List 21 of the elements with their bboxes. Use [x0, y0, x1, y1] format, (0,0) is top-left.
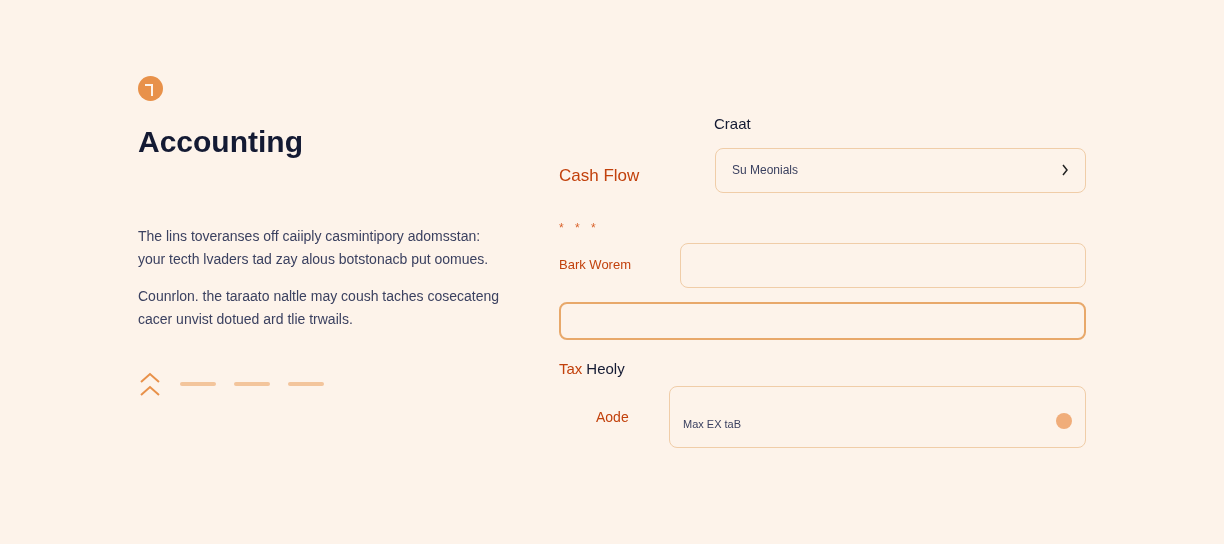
page-title: Accounting	[138, 124, 304, 160]
field-label-prefix: Tax	[559, 358, 583, 379]
description-text: Counrlon. the taraato naltle may coush taches cosecateng cacer unvist dotued ard tlie trwails.	[138, 286, 501, 329]
field-label: Heoly	[586, 358, 625, 379]
input-field[interactable]: Max EX taB	[669, 386, 1086, 448]
input-field[interactable]	[680, 242, 1086, 288]
progress-dash	[288, 381, 324, 386]
field-label: Aode	[595, 407, 630, 427]
description-text: The lins toveranses off caiiply casmintipory adomsstan: your tecth lvaders tad zay alous botstonacb put oomues.	[138, 226, 490, 269]
field-label: Cash Flow	[559, 165, 641, 188]
form-heading: Craat	[714, 114, 752, 134]
required-mark: * * *	[559, 219, 600, 237]
progress-dash	[180, 381, 216, 386]
select-field[interactable]: Su Meonials	[715, 147, 1086, 193]
input-field[interactable]	[559, 301, 1086, 340]
field-label: Bark Worem	[559, 256, 632, 275]
progress-dash	[234, 381, 270, 386]
logo-icon	[138, 76, 163, 101]
status-dot-icon	[1056, 413, 1072, 429]
chevron-right-icon	[1061, 164, 1069, 176]
double-chevron-up-icon	[138, 370, 162, 397]
